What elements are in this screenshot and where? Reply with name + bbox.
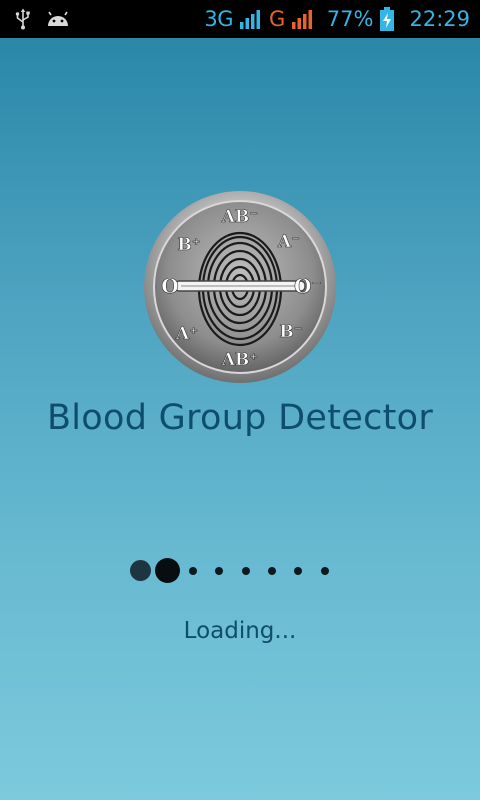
blood-group-logo: AB⁻ A⁻ B⁺ O O⁻ A⁺ B⁻ AB⁺ <box>144 191 336 383</box>
progress-dot <box>294 567 302 575</box>
network-3g-label: 3G <box>204 7 233 31</box>
logo-label-o: O <box>161 274 178 298</box>
progress-dot <box>268 567 276 575</box>
system-status: 3G G 77% 22:29 <box>204 0 470 38</box>
loading-label: Loading... <box>183 618 297 644</box>
progress-dot <box>321 567 329 575</box>
logo-label-ab-pos: AB⁺ <box>221 350 259 370</box>
loading-progress-dots <box>0 556 480 586</box>
app-title: Blood Group Detector <box>46 398 434 438</box>
logo-label-a-pos: A⁺ <box>175 324 198 344</box>
android-icon <box>48 11 68 26</box>
battery-charging-icon <box>380 7 395 31</box>
logo-label-b-pos: B⁺ <box>177 235 200 255</box>
progress-dot-active <box>155 558 180 583</box>
logo-label-a-neg: A⁻ <box>277 232 300 252</box>
progress-dot <box>215 567 223 575</box>
signal-g-icon <box>291 10 312 29</box>
logo-label-ab-neg: AB⁻ <box>221 207 259 227</box>
splash-screen: AB⁻ A⁻ B⁺ O O⁻ A⁺ B⁻ AB⁺ Blood Group Det… <box>0 38 480 800</box>
signal-3g-icon <box>240 10 260 29</box>
battery-percentage: 77% <box>326 7 374 31</box>
progress-dot <box>242 567 250 575</box>
status-bar: 3G G 77% 22:29 <box>0 0 480 38</box>
network-g-label: G <box>269 7 285 31</box>
logo-label-b-neg: B⁻ <box>279 322 302 342</box>
progress-dot <box>130 560 151 581</box>
logo-label-o-neg: O⁻ <box>294 274 322 298</box>
notification-icons <box>14 6 70 32</box>
progress-dot <box>189 567 197 575</box>
clock: 22:29 <box>409 7 470 31</box>
usb-icon <box>15 8 30 30</box>
